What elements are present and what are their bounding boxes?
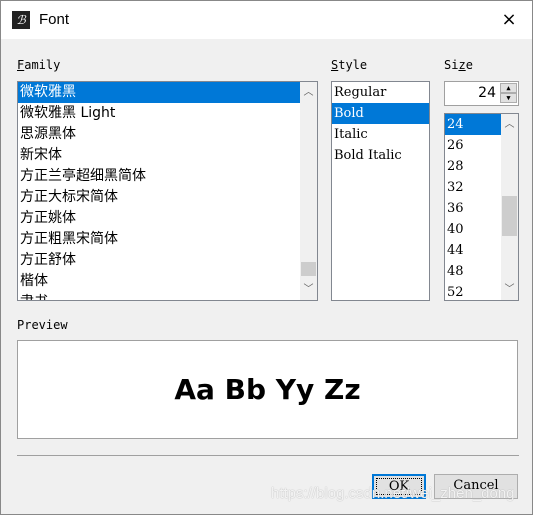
title-bar: ℬ Font × bbox=[1, 1, 532, 39]
spin-down-icon[interactable]: ▼ bbox=[500, 93, 517, 103]
family-list-item[interactable]: 方正兰亭超细黑简体 bbox=[18, 166, 300, 187]
size-list-item[interactable]: 24 bbox=[445, 114, 501, 135]
family-scrollbar[interactable]: ︿ ﹀ bbox=[300, 82, 317, 300]
size-list-item[interactable]: 52 bbox=[445, 282, 501, 300]
family-list-item[interactable]: 微软雅黑 Light bbox=[18, 103, 300, 124]
spin-up-icon[interactable]: ▲ bbox=[500, 83, 517, 93]
scroll-thumb[interactable] bbox=[502, 196, 517, 236]
family-list-item[interactable]: 方正舒体 bbox=[18, 250, 300, 271]
size-list-item[interactable]: 26 bbox=[445, 135, 501, 156]
family-list-item[interactable]: 隶书 bbox=[18, 292, 300, 300]
preview-label: Preview bbox=[17, 318, 68, 332]
family-list-item[interactable]: 方正大标宋简体 bbox=[18, 187, 300, 208]
size-scrollbar[interactable]: ︿ ﹀ bbox=[501, 114, 518, 300]
family-list-item[interactable]: 方正姚体 bbox=[18, 208, 300, 229]
family-list-item[interactable]: 方正粗黑宋简体 bbox=[18, 229, 300, 250]
size-list-item[interactable]: 28 bbox=[445, 156, 501, 177]
size-list-item[interactable]: 36 bbox=[445, 198, 501, 219]
ok-button[interactable]: OK bbox=[372, 474, 426, 499]
style-list[interactable]: Regular Bold Italic Bold Italic bbox=[331, 81, 430, 301]
scroll-down-icon[interactable]: ﹀ bbox=[501, 281, 518, 298]
family-label: Family bbox=[17, 58, 61, 72]
style-list-item[interactable]: Italic bbox=[332, 124, 429, 145]
preview-box: Aa Bb Yy Zz bbox=[17, 340, 518, 439]
scroll-down-icon[interactable]: ﹀ bbox=[300, 281, 317, 298]
family-list-item[interactable]: 微软雅黑 bbox=[18, 82, 300, 103]
app-icon: ℬ bbox=[12, 11, 30, 29]
size-value[interactable]: 24 bbox=[478, 85, 496, 101]
size-list-item[interactable]: 48 bbox=[445, 261, 501, 282]
scroll-thumb[interactable] bbox=[301, 262, 316, 276]
family-list[interactable]: 微软雅黑 微软雅黑 Light 思源黑体 新宋体 方正兰亭超细黑简体 方正大标宋简体 方正姚… bbox=[17, 81, 318, 301]
size-list-item[interactable]: 32 bbox=[445, 177, 501, 198]
style-list-item[interactable]: Regular bbox=[332, 82, 429, 103]
family-list-item[interactable]: 楷体 bbox=[18, 271, 300, 292]
family-list-item[interactable]: 思源黑体 bbox=[18, 124, 300, 145]
close-button[interactable]: × bbox=[486, 1, 532, 39]
scroll-up-icon[interactable]: ︿ bbox=[300, 84, 317, 101]
scroll-up-icon[interactable]: ︿ bbox=[501, 116, 518, 133]
divider bbox=[17, 455, 519, 456]
style-list-item[interactable]: Bold Italic bbox=[332, 145, 429, 166]
style-label: Style bbox=[331, 58, 368, 72]
size-spinner[interactable]: 24 ▲ ▼ bbox=[444, 81, 519, 106]
window-title: Font bbox=[39, 11, 70, 28]
size-list-item[interactable]: 40 bbox=[445, 219, 501, 240]
style-list-item[interactable]: Bold bbox=[332, 103, 429, 124]
cancel-button[interactable]: Cancel bbox=[434, 474, 518, 499]
size-label: Size bbox=[444, 58, 473, 72]
size-list[interactable]: 24 26 28 32 36 40 44 48 52 ︿ ﹀ bbox=[444, 113, 519, 301]
size-list-item[interactable]: 44 bbox=[445, 240, 501, 261]
family-list-item[interactable]: 新宋体 bbox=[18, 145, 300, 166]
